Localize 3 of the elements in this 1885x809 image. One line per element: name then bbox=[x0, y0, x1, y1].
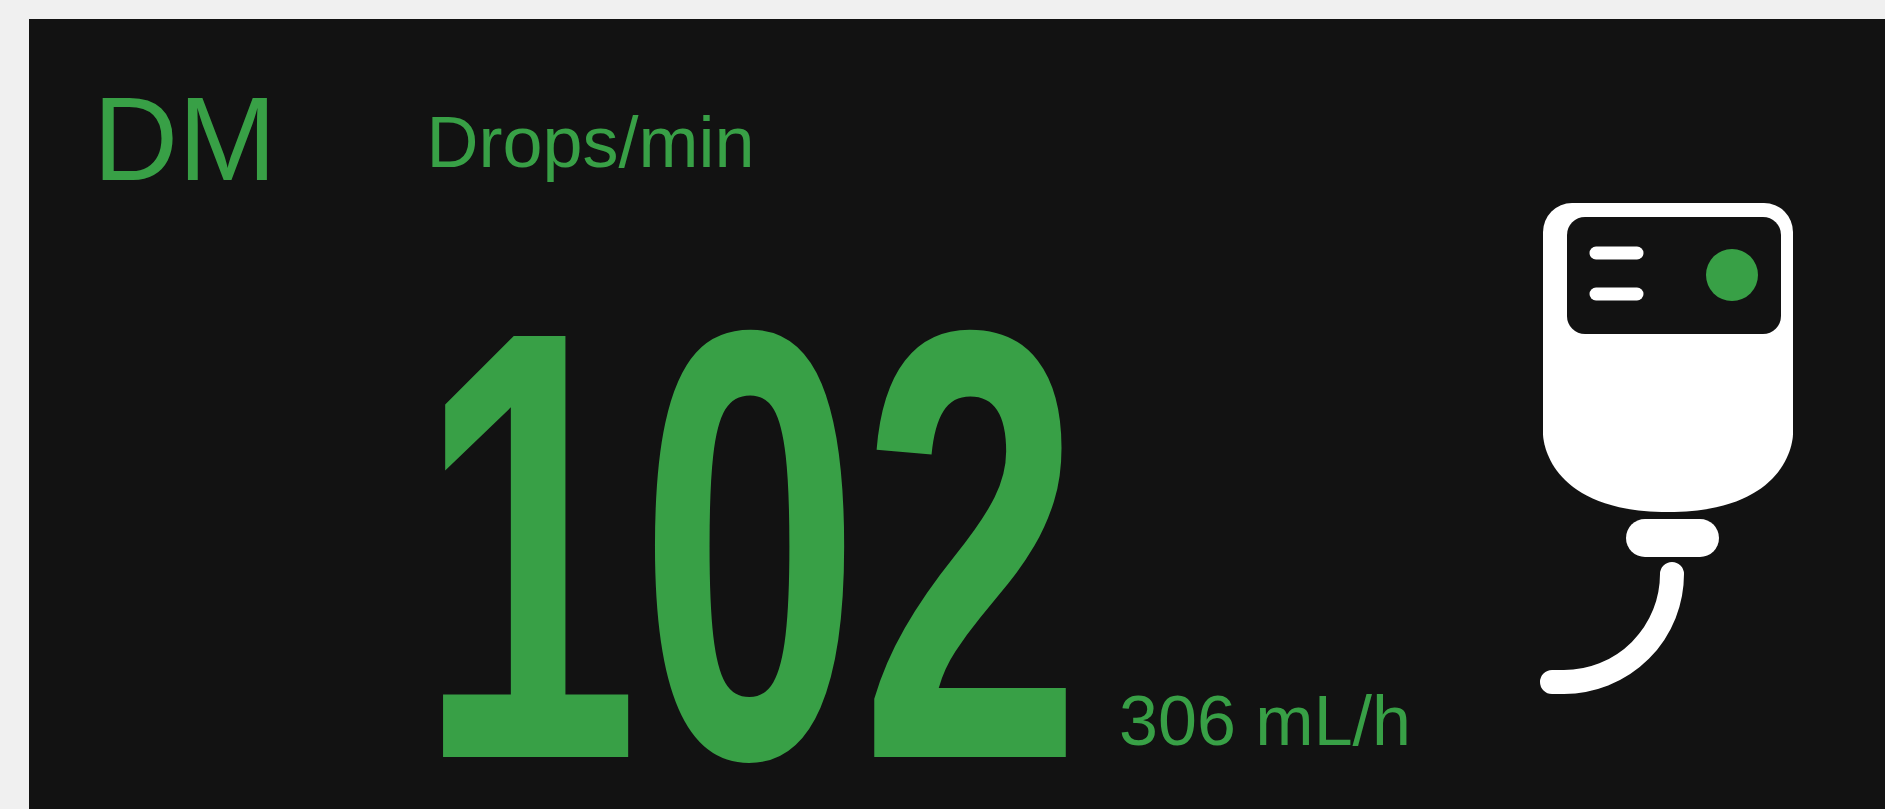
volume-rate-value: 306 mL/h bbox=[1119, 686, 1411, 756]
drop-rate-value: 102 bbox=[418, 305, 1082, 785]
parameter-title: DM bbox=[93, 80, 277, 198]
